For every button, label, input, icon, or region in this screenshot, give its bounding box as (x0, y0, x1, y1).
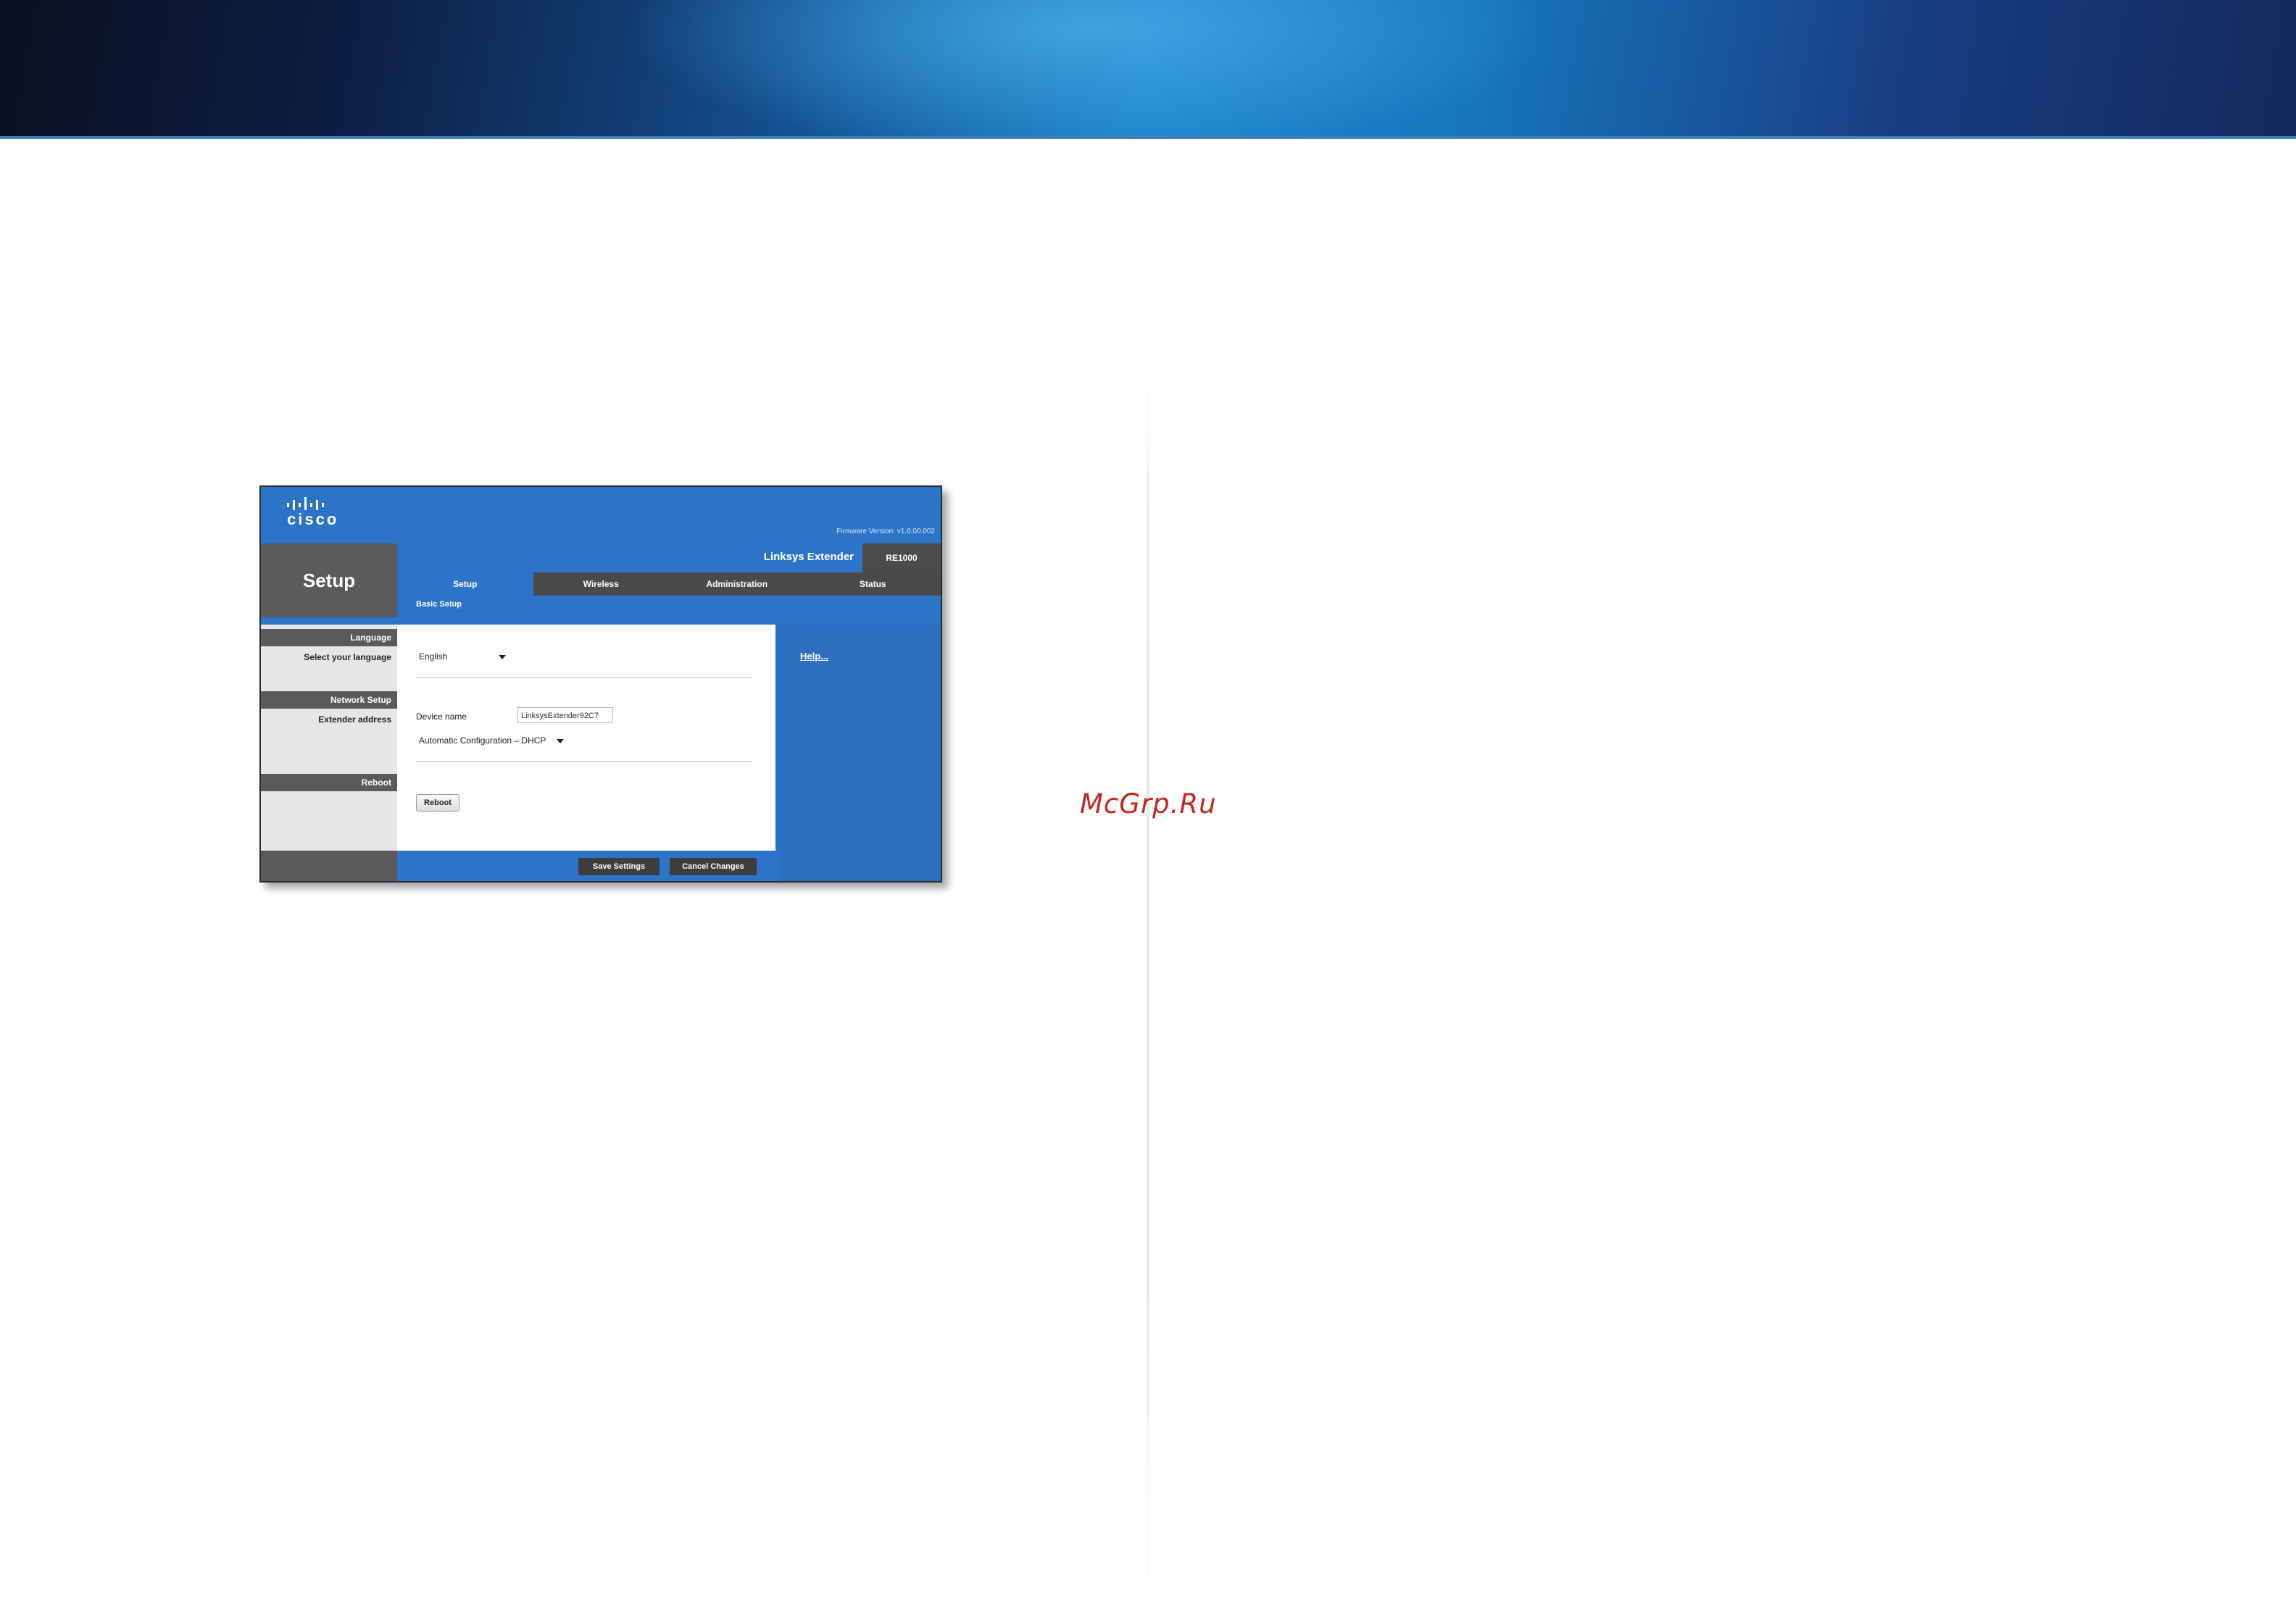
help-panel: Help... (780, 625, 941, 881)
product-name: Linksys Extender (763, 551, 854, 563)
watermark: McGrp.Ru (1080, 788, 1217, 819)
cancel-changes-button[interactable]: Cancel Changes (670, 858, 757, 875)
reboot-button[interactable]: Reboot (416, 794, 459, 812)
form-area: English Device name LinksysExtender92C7 … (397, 625, 775, 851)
tab-setup[interactable]: Setup (397, 572, 533, 596)
main-tabs: Setup Wireless Administration Status (397, 572, 941, 596)
subtab-basic-setup[interactable]: Basic Setup (416, 600, 462, 609)
network-setup-heading: Network Setup (261, 691, 397, 709)
chevron-down-icon (557, 739, 564, 743)
divider-line (416, 761, 752, 762)
divider-line (416, 677, 752, 678)
tab-administration[interactable]: Administration (669, 572, 805, 596)
tab-status[interactable]: Status (805, 572, 941, 596)
address-mode-select[interactable]: Automatic Configuration – DHCP (416, 733, 568, 748)
reboot-heading: Reboot (261, 774, 397, 791)
tab-wireless[interactable]: Wireless (533, 572, 670, 596)
router-ui-screenshot: cisco Firmware Version: v1.0.00.002 Setu… (259, 485, 942, 883)
router-header: cisco Firmware Version: v1.0.00.002 (261, 487, 941, 542)
language-select-value: English (419, 651, 448, 662)
save-settings-button[interactable]: Save Settings (578, 858, 660, 875)
product-bar: Linksys Extender RE1000 (397, 543, 941, 572)
cisco-wordmark: cisco (287, 510, 339, 528)
language-heading: Language (261, 629, 397, 646)
device-name-label: Device name (416, 712, 467, 722)
help-link[interactable]: Help... (800, 651, 828, 662)
header-banner (0, 0, 2296, 139)
manual-page: cisco Firmware Version: v1.0.00.002 Setu… (0, 0, 2296, 1610)
footer-left (261, 851, 397, 881)
subtab-bar: Basic Setup (397, 596, 941, 616)
device-name-field[interactable]: LinksysExtender92C7 (517, 707, 613, 723)
left-label-column: Language Select your language Network Se… (261, 625, 397, 851)
section-title: Setup (302, 570, 356, 591)
column-divider (1147, 380, 1149, 1605)
extender-address-label: Extender address (318, 714, 391, 725)
chevron-down-icon (499, 655, 506, 659)
model-number: RE1000 (862, 543, 941, 572)
firmware-version: Firmware Version: v1.0.00.002 (836, 527, 935, 535)
language-label: Select your language (304, 652, 391, 662)
address-mode-value: Automatic Configuration – DHCP (419, 735, 546, 746)
section-box: Setup (261, 543, 397, 617)
language-select[interactable]: English (416, 649, 510, 664)
footer-bar: Save Settings Cancel Changes (397, 851, 780, 881)
